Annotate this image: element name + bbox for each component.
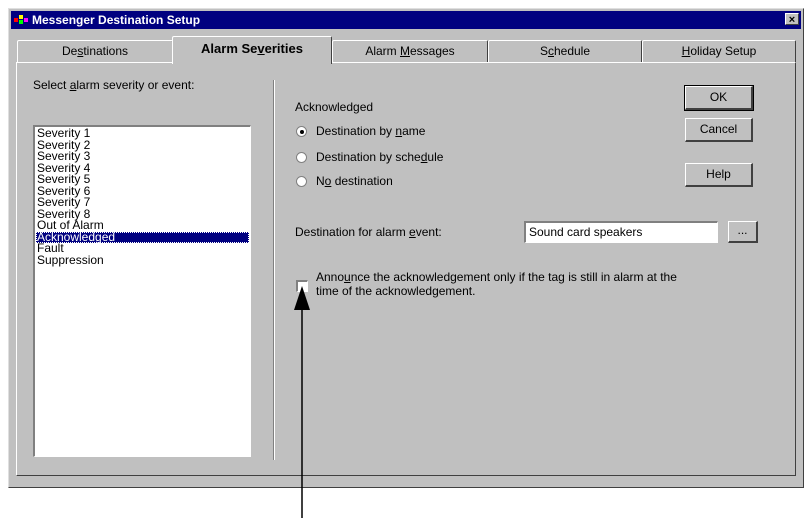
- severity-listbox[interactable]: Severity 1 Severity 2 Severity 3 Severity 4…: [33, 125, 251, 457]
- close-button[interactable]: ×: [785, 13, 799, 26]
- close-icon: ×: [788, 14, 796, 26]
- destination-field-label: Destination for alarm event:: [295, 225, 442, 239]
- callout-arrowhead: [294, 286, 310, 310]
- tab-holiday-setup[interactable]: Holiday Setup: [642, 40, 796, 62]
- radio-destination-by-schedule-label[interactable]: Destination by schedule: [316, 150, 443, 164]
- window-title: Messenger Destination Setup: [32, 13, 201, 27]
- tab-schedule[interactable]: Schedule: [488, 40, 642, 62]
- ok-button[interactable]: OK: [684, 85, 754, 111]
- help-button[interactable]: Help: [685, 163, 753, 187]
- severity-list-item[interactable]: Acknowledged: [36, 231, 249, 243]
- destination-field[interactable]: Sound card speakers: [524, 221, 718, 243]
- selected-severity-heading: Acknowledged: [295, 100, 374, 114]
- cancel-button[interactable]: Cancel: [685, 118, 753, 142]
- tab-destinations[interactable]: Destinations: [17, 40, 173, 62]
- announce-checkbox-label[interactable]: Announce the acknowledgement only if the…: [316, 270, 677, 298]
- radio-no-destination-label[interactable]: No destination: [316, 174, 393, 188]
- radio-destination-by-schedule[interactable]: [296, 152, 307, 163]
- radio-destination-by-name[interactable]: [296, 126, 307, 137]
- severity-list-item[interactable]: Suppression: [36, 254, 249, 267]
- tab-alarm-severities[interactable]: Alarm Severities: [172, 36, 332, 64]
- radio-no-destination[interactable]: [296, 176, 307, 187]
- tab-alarm-messages[interactable]: Alarm Messages: [332, 40, 488, 62]
- vertical-divider: [273, 80, 275, 460]
- browse-button[interactable]: ...: [728, 221, 758, 243]
- callout-arrow: [294, 286, 310, 518]
- severity-list-label: Select alarm severity or event:: [33, 78, 195, 92]
- title-bar[interactable]: Messenger Destination Setup ×: [11, 11, 801, 29]
- radio-destination-by-name-label[interactable]: Destination by name: [316, 124, 425, 138]
- app-icon: [14, 15, 28, 25]
